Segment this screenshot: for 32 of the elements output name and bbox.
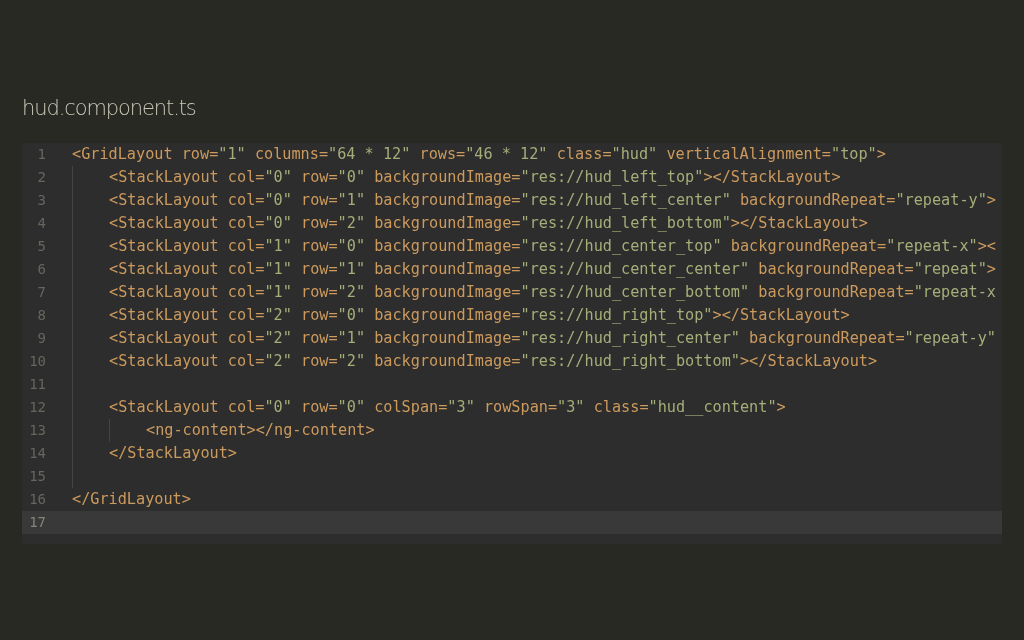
line-number: 16 <box>28 490 46 509</box>
file-title: hud.component.ts <box>22 95 197 122</box>
line-number: 11 <box>28 375 46 394</box>
line-number: 1 <box>36 145 46 164</box>
line-number: 3 <box>36 191 46 210</box>
line-number: 7 <box>36 283 46 302</box>
code-line: <StackLayout col="2" row="0" backgroundImage="res://hud_right_top"></StackLayout> <box>109 305 850 326</box>
code-line: <StackLayout col="0" row="2" backgroundImage="res://hud_left_bottom"></StackLayout> <box>109 213 868 234</box>
code-line: </StackLayout> <box>109 443 237 464</box>
code-line: <ng-content></ng-content> <box>146 420 375 441</box>
code-line: <StackLayout col="2" row="2" backgroundImage="res://hud_right_bottom"></StackLayout> <box>109 351 878 372</box>
line-number: 2 <box>36 168 46 187</box>
code-line: </GridLayout> <box>72 489 191 510</box>
line-number: 8 <box>36 306 46 325</box>
line-number: 12 <box>28 398 46 417</box>
line-number: 10 <box>28 352 46 371</box>
code-line: <StackLayout col="1" row="1" backgroundImage="res://hud_center_center" backgroundRepeat="repeat"> <box>109 259 996 280</box>
code-line: <StackLayout col="0" row="0" backgroundImage="res://hud_left_top"></StackLayout> <box>109 167 841 188</box>
code-line: <StackLayout col="2" row="1" backgroundImage="res://hud_right_center" backgroundRepeat="repeat-y" <box>109 328 996 349</box>
line-number: 15 <box>28 467 46 486</box>
line-number: 9 <box>36 329 46 348</box>
code-line: <StackLayout col="0" row="1" backgroundImage="res://hud_left_center" backgroundRepeat="repeat-y"> <box>109 190 996 211</box>
line-number: 17 <box>28 513 46 532</box>
line-number: 5 <box>36 237 46 256</box>
line-number: 13 <box>28 421 46 440</box>
line-number: 6 <box>36 260 46 279</box>
code-line: <StackLayout col="1" row="0" backgroundImage="res://hud_center_top" backgroundRepeat="repeat-x">< <box>109 236 996 257</box>
line-number: 4 <box>36 214 46 233</box>
code-line: <StackLayout col="1" row="2" backgroundImage="res://hud_center_bottom" backgroundRepeat="repeat-x <box>109 282 996 303</box>
code-line: <StackLayout col="0" row="0" colSpan="3" rowSpan="3" class="hud__content"> <box>109 397 786 418</box>
code-line: <GridLayout row="1" columns="64 * 12" rows="46 * 12" class="hud" verticalAlignment="top"> <box>72 144 886 165</box>
line-number: 14 <box>28 444 46 463</box>
